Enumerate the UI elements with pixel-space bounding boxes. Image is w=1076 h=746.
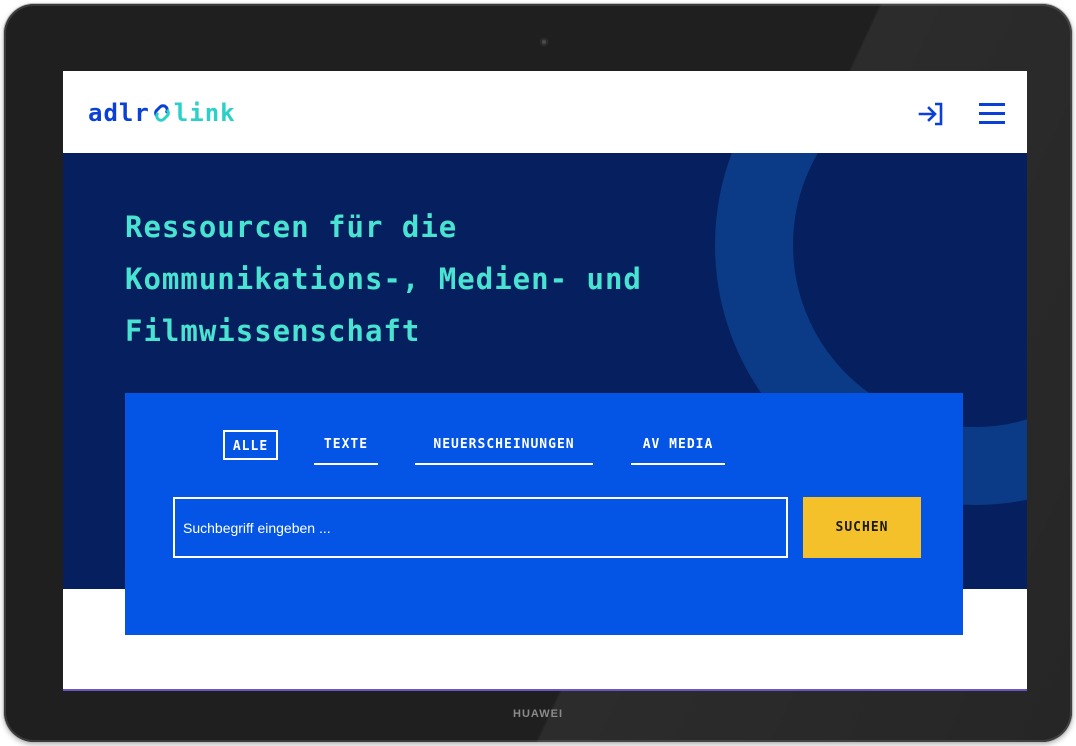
tablet-frame: HUAWEI adlr link Ressourcen für die Kommu… xyxy=(4,4,1072,742)
logo-text-part1: adlr xyxy=(88,99,150,127)
search-panel: ALLE TEXTE NEUERSCHEINUNGEN AV MEDIA SUC… xyxy=(125,393,963,635)
tab-alle[interactable]: ALLE xyxy=(223,430,278,460)
device-brand: HUAWEI xyxy=(513,708,563,720)
tab-neuerscheinungen[interactable]: NEUERSCHEINUNGEN xyxy=(415,430,593,465)
hero-heading-line2: Kommunikations-, Medien- und xyxy=(125,262,642,296)
site-logo[interactable]: adlr link xyxy=(88,99,236,127)
search-button[interactable]: SUCHEN xyxy=(803,497,921,558)
login-arrow-icon[interactable] xyxy=(918,101,944,127)
hamburger-menu-icon[interactable] xyxy=(977,100,1007,126)
hero-heading-line3: Filmwissenschaft xyxy=(125,314,421,348)
browser-screen: adlr link Ressourcen für die Kommunikatio… xyxy=(63,71,1027,691)
camera-icon xyxy=(540,38,548,46)
logo-chain-icon xyxy=(154,104,170,122)
tab-av-media[interactable]: AV MEDIA xyxy=(631,430,725,465)
tab-texte[interactable]: TEXTE xyxy=(314,430,378,465)
hero-heading-line1: Ressourcen für die xyxy=(125,210,458,244)
hero-heading: Ressourcen für die Kommunikations-, Medi… xyxy=(125,201,825,357)
search-input[interactable] xyxy=(173,497,788,558)
site-header: adlr link xyxy=(63,71,1027,153)
logo-text-part2: link xyxy=(173,99,236,127)
